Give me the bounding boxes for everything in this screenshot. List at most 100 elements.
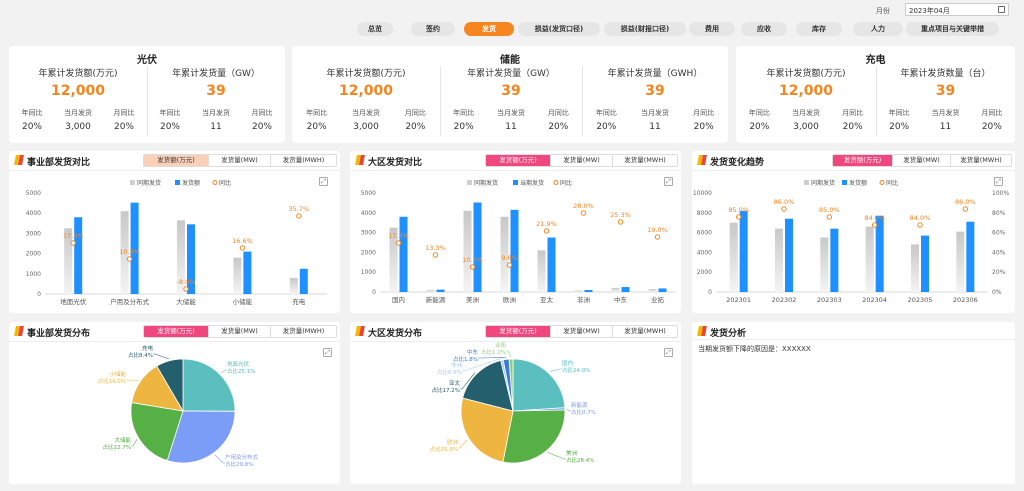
x-tick-label: 202301 [726,296,751,304]
mini-value: 20% [548,122,569,132]
yoy-point [735,214,742,220]
pie-label: 业拓 [495,341,507,349]
mini-label: 月同比 [693,109,715,117]
x-tick-label: 国内 [392,295,405,304]
panel-region-dist: 大区发货分布 发货额(万元) 发货量(MW) 发货量(MWH) ⤢ 国内 占比24… [350,322,681,484]
yoy-point [183,286,189,292]
pie-label: 美洲 [566,449,578,457]
panel-title: 发货分析 [710,329,747,339]
section-title: 充电 [865,55,886,66]
yoy-point [543,228,550,234]
y-tick-label: 4000 [26,210,41,217]
yoy-label: 86.0% [774,198,795,206]
tab-0[interactable]: 总览 [357,22,393,36]
yoy-label: 86.0% [955,198,976,206]
yoy-point [781,206,787,212]
bar-cur [473,202,482,292]
kpi-card-storage: 储能 年累计发货额(万元) 12,000 年同比 20% 当月发货 3,000 月同比 20% 年… [292,46,728,143]
x-tick-label: 202304 [862,296,887,304]
pie-pct-label: 占比0.7% [571,408,596,416]
mini-label: 月同比 [842,109,864,117]
x-tick-label: 非洲 [577,295,590,304]
mini-label: 当月发货 [64,109,92,117]
kpi-group: 年累计发货额(万元) 12,000 [9,66,147,99]
pie-leader-line [131,439,138,447]
bar-cur [547,237,556,292]
month-label: 月份 [876,7,890,15]
bar-prev [574,290,583,292]
x-tick-label: 新能源 [426,295,446,304]
kpi-label: 年累计发货额(万元) [766,69,846,79]
x-tick-label: 202302 [772,296,797,304]
y-tick-label: 0 [372,289,376,296]
month-picker[interactable]: 2023年04月 [905,3,1009,16]
kpi-label: 年累计发货额(万元) [326,69,406,79]
kpi-value: 12,000 [778,83,834,99]
y-tick-label: 10000 [693,190,712,197]
mini-value: 3,000 [353,122,379,132]
legend-label-cur: 当期发货 [520,179,544,187]
mini-value: 3,000 [793,122,819,132]
mini-value: 20% [749,122,770,132]
kpi-group: 年累计发货量（GW） 39 [147,66,285,99]
tab-4[interactable]: 损益(财报口径) [604,22,686,36]
tab-8[interactable]: 人力 [853,22,903,36]
bar-prev [775,228,783,292]
y-tick-label: 0 [708,289,712,296]
mini-value: 20% [453,122,474,132]
kpi-value: 39 [935,83,956,99]
mini-label: 年同比 [159,109,181,117]
kpi-card-pv: 光伏 年累计发货额(万元) 12,000 年同比 20% 当月发货 3,000 月同比 20% 年… [9,46,285,143]
mini-label: 当月发货 [792,109,820,117]
bar-prev [537,250,546,292]
pie-leader-line [458,439,468,449]
mini-label: 年同比 [748,109,770,117]
legend-swatch-cur [842,180,847,185]
tab-3[interactable]: 损益(发货口径) [518,22,600,36]
bar-cur [299,268,308,294]
mini-value: 20% [889,122,910,132]
legend-label-yoy: 同比 [886,179,898,187]
legend-label-prev: 同期发货 [811,179,835,187]
mini-value: 20% [113,122,134,132]
x-tick-label: 202305 [908,296,933,304]
yoy-point [126,256,133,262]
mini-value: 20% [693,122,714,132]
yoy-label: 19.0% [647,226,668,234]
tab-5[interactable]: 费用 [689,22,735,36]
bar-prev [820,237,829,292]
bar-prev [611,288,620,292]
kpi-value: 39 [501,83,521,99]
kpi-label: 年累计发货量（GW） [172,69,260,79]
legend-swatch-yoy [553,180,559,185]
yoy-point [826,214,833,220]
section-title: 光伏 [137,55,157,66]
mini-label: 年同比 [595,109,617,117]
tab-1[interactable]: 签约 [411,22,455,36]
mini-value: 11 [649,122,661,132]
y-tick-label: 1000 [361,269,376,276]
tab-9[interactable]: 重点项目与关键举措 [906,22,999,36]
kpi-value: 12,000 [338,83,394,99]
yoy-point [962,206,969,212]
mini-value: 20% [981,122,1002,132]
pie-pct-label: 占比25.1% [227,367,255,375]
yoy-label: 10.3% [462,256,483,264]
panel-icon [697,326,707,336]
pie-label: 国内 [562,359,573,367]
kpi-value: 39 [645,83,665,99]
pie-slice-2 [502,409,566,464]
bar-cur [658,288,667,292]
calendar-icon[interactable] [998,6,1005,13]
panel-division-dist: 事业部发货分布 发货额(万元) 发货量(MW) 发货量(MWH) ⤢ 地面光伏占… [9,322,340,484]
mini-value: 11 [210,122,222,132]
yoy-label: 16.6% [232,237,253,245]
legend-label-yoy: 同比 [560,179,572,187]
kpi-label: 年累计发货量（GW） [467,69,555,79]
tab-2[interactable]: 发货 [464,22,514,36]
tab-6[interactable]: 应收 [741,22,787,36]
legend-swatch-yoy [212,180,218,185]
bar-prev [865,226,874,292]
bar-cur [243,251,252,294]
tab-7[interactable]: 库存 [796,22,842,36]
